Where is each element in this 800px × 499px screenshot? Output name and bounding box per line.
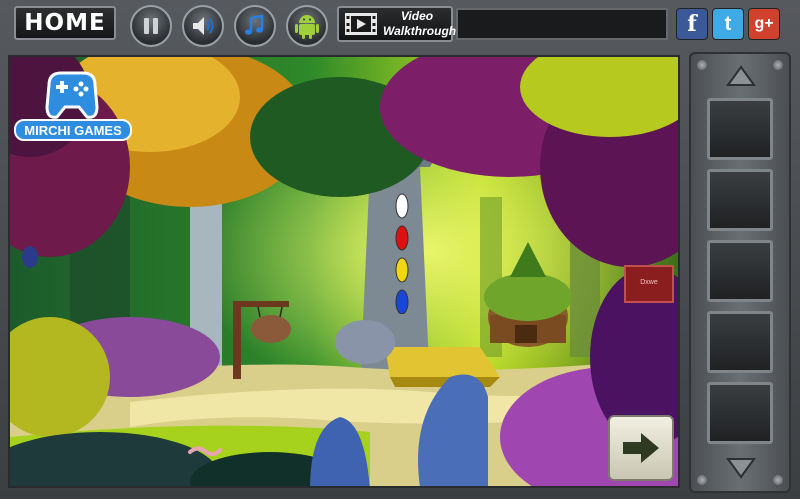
home-button[interactable]: HOME [14,6,116,40]
facebook-button[interactable]: f [676,8,708,40]
clue-oval-blue [395,289,409,314]
inventory-slot-5[interactable] [707,382,773,444]
sound-button[interactable] [182,5,224,47]
screw [773,60,783,70]
clue-oval-yellow [395,257,409,283]
google-plus-button[interactable]: g+ [748,8,780,40]
screw [697,60,707,70]
inventory-slot-1[interactable] [707,98,773,160]
logo-text: MIRCHI GAMES [14,119,132,141]
inventory-scroll-down-button[interactable] [719,454,763,482]
mirchi-games-logo[interactable]: MIRCHI GAMES [14,67,132,143]
screw [697,475,707,485]
android-icon [295,15,319,39]
music-button[interactable] [234,5,276,47]
clue-oval-red [395,225,409,251]
android-button[interactable] [286,5,328,47]
arrow-right-icon [623,433,659,463]
inventory-panel [689,52,791,493]
top-toolbar: HOME Video Walkthrough f t g+ [0,0,800,50]
film-icon [345,13,377,35]
inventory-slot-2[interactable] [707,169,773,231]
message-bar [456,8,668,40]
wall-sign[interactable]: Dxwe [624,265,674,303]
gamepad-icon [45,71,99,119]
music-note-icon [245,14,264,35]
video-label-line2: Walkthrough [383,24,457,38]
clue-oval-white [395,193,409,219]
color-clue[interactable] [392,192,412,314]
inventory-slot-4[interactable] [707,311,773,373]
speaker-icon [193,17,214,35]
arrow-up-icon [726,65,756,86]
sign-text: Dxwe [640,279,658,286]
next-scene-button[interactable] [608,415,674,481]
screw [773,475,783,485]
video-label-line1: Video [400,9,434,23]
arrow-down-icon [726,458,756,479]
pause-button[interactable] [130,5,172,47]
inventory-scroll-up-button[interactable] [719,62,763,90]
game-scene: MIRCHI GAMES Dxwe [8,55,680,488]
video-walkthrough-label: Video Walkthrough [383,9,457,39]
pause-icon [144,18,158,34]
video-walkthrough-button[interactable]: Video Walkthrough [337,6,457,42]
inventory-slot-3[interactable] [707,240,773,302]
twitter-button[interactable]: t [712,8,744,40]
